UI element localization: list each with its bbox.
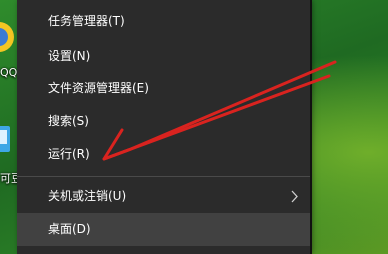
menu-item-label: 关机或注销(U)	[48, 189, 127, 203]
menu-border	[310, 0, 312, 254]
menu-item-task-manager[interactable]: 任务管理器(T)	[17, 5, 310, 38]
menu-separator	[17, 176, 310, 177]
menu-item-label: 任务管理器(T)	[48, 14, 125, 28]
menu-item-label: 运行(R)	[48, 147, 90, 161]
menu-item-label: 桌面(D)	[48, 222, 91, 236]
menu-item-desktop[interactable]: 桌面(D)	[17, 213, 310, 246]
qq-desktop-icon[interactable]	[0, 20, 16, 54]
menu-item-file-explorer[interactable]: 文件资源管理器(E)	[17, 72, 310, 105]
app-desktop-icon[interactable]	[0, 122, 16, 156]
qq-icon-label: QQ	[0, 66, 18, 79]
chevron-right-icon	[290, 180, 300, 213]
menu-item-shutdown-signout[interactable]: 关机或注销(U)	[17, 180, 310, 213]
menu-item-search[interactable]: 搜索(S)	[17, 105, 310, 138]
menu-item-label: 设置(N)	[48, 49, 91, 63]
menu-item-label: 搜索(S)	[48, 114, 89, 128]
menu-item-settings[interactable]: 设置(N)	[17, 40, 310, 73]
menu-item-label: 文件资源管理器(E)	[48, 81, 149, 95]
winx-context-menu: 任务管理器(T) 设置(N) 文件资源管理器(E) 搜索(S) 运行(R) 关机…	[17, 0, 310, 254]
menu-item-run[interactable]: 运行(R)	[17, 138, 310, 171]
